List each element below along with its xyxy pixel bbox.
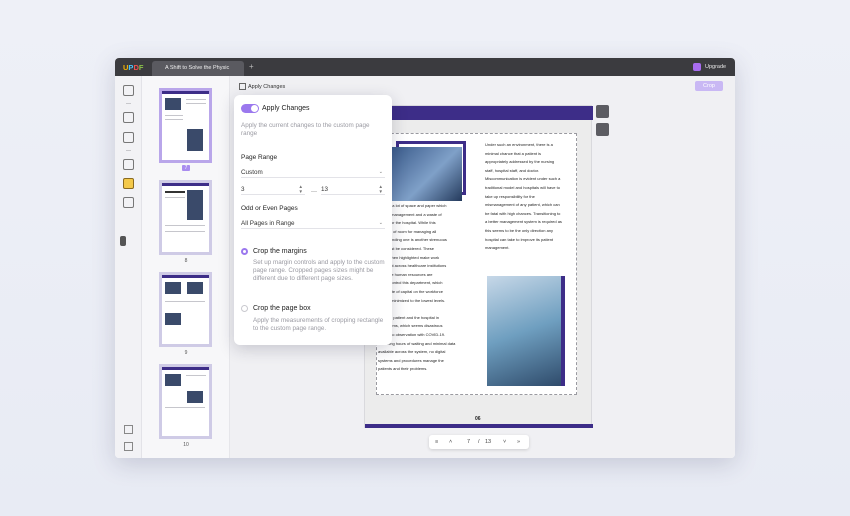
edit-text-icon[interactable] [123, 112, 134, 123]
left-column-text: equires a lot of space and paper which p… [378, 203, 456, 372]
thumbnail-page-8[interactable] [159, 180, 212, 255]
crop-margins-label[interactable]: Crop the margins [253, 247, 307, 256]
range-dash: — [311, 189, 317, 195]
comment-icon[interactable] [123, 132, 134, 143]
image-frame [561, 276, 565, 386]
total-pages: 13 [485, 439, 492, 445]
title-bar: UPDF A Shift to Solve the Physic + Upgra… [115, 58, 735, 76]
thumbnail-page-9[interactable] [159, 272, 212, 347]
page-separator: / [478, 439, 480, 445]
odd-even-select[interactable]: All Pages in Range ⌄ [241, 218, 385, 229]
app-logo: UPDF [123, 63, 144, 72]
stepper-icon[interactable]: ▲ ▼ [379, 184, 383, 194]
current-page-field[interactable]: 7 [467, 435, 470, 449]
thumbnail-label: 10 [183, 442, 189, 448]
crop-margins-radio[interactable] [241, 248, 248, 255]
upgrade-icon[interactable] [693, 63, 701, 71]
page-range-select[interactable]: Custom ⌄ [241, 167, 385, 178]
upgrade-button[interactable]: Upgrade [705, 62, 726, 72]
form-icon[interactable] [123, 159, 134, 170]
chevron-down-icon[interactable]: ˅ [503, 435, 506, 449]
thumbnail-page-10[interactable] [159, 364, 212, 439]
page-footer-band [365, 424, 593, 428]
page-number: 06 [475, 416, 481, 422]
stepper-icon[interactable]: ▲ ▼ [299, 184, 303, 194]
reader-mode-icon[interactable] [123, 85, 134, 96]
auto-crop-icon[interactable] [596, 123, 609, 136]
crop-page-box-radio[interactable] [241, 305, 248, 312]
chevron-down-icon: ⌄ [378, 220, 383, 226]
document-tab[interactable]: A Shift to Solve the Physic [152, 61, 244, 76]
rail-divider [126, 150, 131, 151]
chevron-double-down-icon[interactable]: » [517, 435, 520, 449]
crop-page-box-label[interactable]: Crop the page box [253, 304, 311, 313]
apply-changes-toolbar-button[interactable]: Apply Changes [248, 83, 285, 91]
apply-changes-icon[interactable] [239, 83, 246, 90]
nurse-photo [487, 276, 563, 386]
collapse-panel-handle[interactable] [120, 236, 126, 246]
apply-changes-description: Apply the current changes to the custom … [241, 122, 370, 137]
organize-pages-icon[interactable] [123, 197, 134, 208]
bookmark-icon[interactable] [124, 442, 133, 451]
odd-even-label: Odd or Even Pages [241, 205, 298, 212]
range-to-input[interactable]: 13 ▲ ▼ [321, 184, 385, 195]
thumbnail-page-7[interactable] [159, 88, 212, 163]
chevron-up-icon[interactable]: ˄ [449, 435, 452, 449]
range-from-input[interactable]: 3 ▲ ▼ [241, 184, 305, 195]
right-column-text: Under such an environment, there is a mi… [485, 142, 562, 251]
apply-changes-toggle[interactable] [241, 104, 259, 113]
crop-page-box-description: Apply the measurements of cropping recta… [253, 317, 384, 332]
chevron-down-icon: ⌄ [378, 169, 383, 175]
thumbnail-panel: 7 8 9 10 [142, 76, 230, 458]
layers-icon[interactable] [124, 425, 133, 434]
page-header-band [365, 106, 593, 120]
menu-icon[interactable]: ≡ [435, 435, 438, 449]
page-navigator: ≡ ˄ 7 / 13 ˅ » [429, 435, 529, 449]
pdf-page: equires a lot of space and paper which p… [364, 105, 593, 428]
apply-changes-popup: Apply Changes Apply the current changes … [234, 95, 392, 345]
app-window: UPDF A Shift to Solve the Physic + Upgra… [115, 58, 735, 458]
new-tab-button[interactable]: + [249, 61, 254, 73]
fit-to-page-icon[interactable] [596, 105, 609, 118]
page-range-label: Page Range [241, 154, 278, 161]
thumbnail-label: 7 [182, 165, 190, 171]
crop-margins-description: Set up margin controls and apply to the … [253, 259, 385, 282]
crop-button[interactable]: Crop [695, 81, 723, 91]
rail-divider [126, 103, 131, 104]
crop-pages-icon[interactable] [123, 178, 134, 189]
doctor-photo [392, 147, 462, 201]
thumbnail-label: 9 [184, 350, 188, 356]
apply-changes-title: Apply Changes [262, 105, 310, 112]
thumbnail-label: 8 [184, 258, 188, 264]
tool-rail [115, 76, 142, 458]
